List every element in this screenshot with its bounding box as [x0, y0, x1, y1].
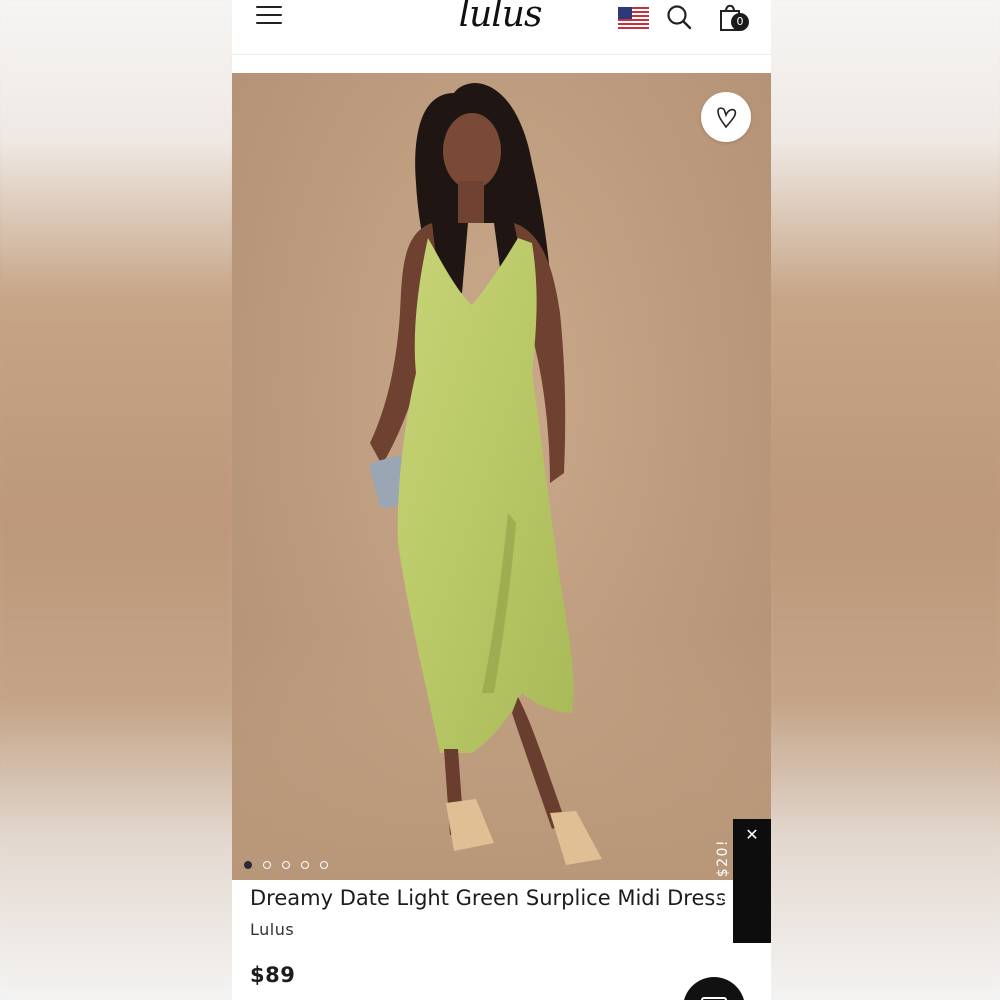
carousel-dot-3[interactable] [282, 861, 290, 869]
carousel-dot-4[interactable] [301, 861, 309, 869]
mobile-page: lulus 0 Dreamy Date Light Green Surplice… [232, 0, 771, 1000]
wishlist-button[interactable] [701, 92, 751, 142]
promo-tab[interactable]: ✕ GET $20! [715, 819, 771, 943]
image-carousel-dots [244, 856, 339, 869]
heart-icon [717, 107, 737, 129]
us-flag-icon[interactable] [618, 7, 649, 31]
search-icon[interactable] [666, 4, 692, 30]
cart-count-badge: 0 [731, 13, 749, 31]
background-left [0, 0, 232, 1000]
menu-icon[interactable] [256, 6, 282, 28]
promo-label[interactable]: GET $20! [715, 836, 749, 916]
site-logo[interactable]: lulus [450, 0, 550, 36]
product-brand[interactable]: Lulus [250, 920, 294, 939]
product-title: Dreamy Date Light Green Surplice Midi Dr… [250, 886, 727, 910]
product-image[interactable] [232, 73, 771, 880]
product-photo [232, 83, 771, 880]
site-header: lulus 0 [232, 0, 771, 55]
product-price: $89 [250, 963, 296, 987]
background-right [770, 0, 1000, 1000]
carousel-dot-5[interactable] [320, 861, 328, 869]
chat-button[interactable] [683, 977, 745, 1000]
chat-icon [701, 997, 727, 1000]
carousel-dot-1[interactable] [244, 861, 252, 869]
carousel-dot-2[interactable] [263, 861, 271, 869]
